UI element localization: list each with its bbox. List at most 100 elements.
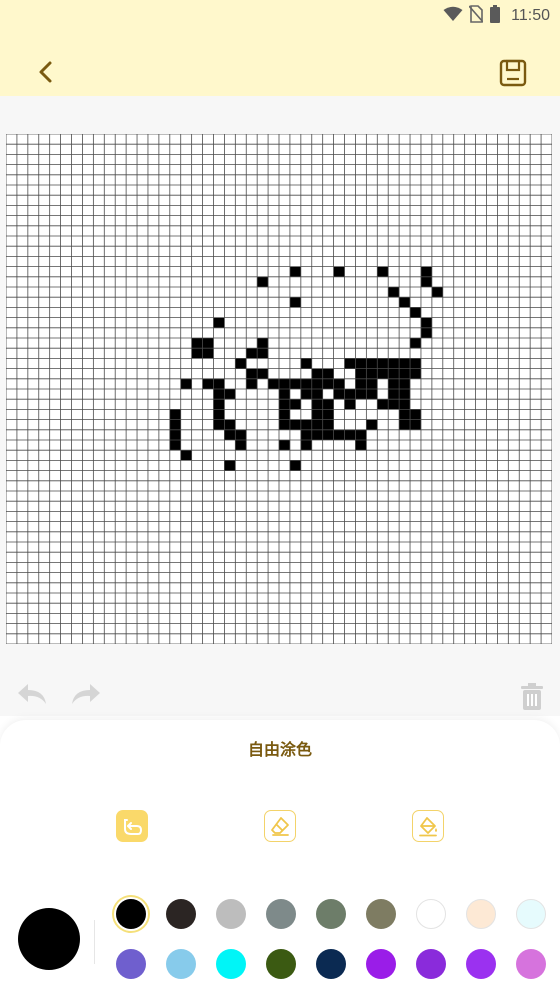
- painted-cell: [410, 338, 421, 349]
- painted-cell: [420, 317, 432, 328]
- redo-button[interactable]: [68, 680, 102, 710]
- painted-cell: [311, 368, 323, 379]
- painted-cell: [420, 266, 432, 277]
- color-swatch[interactable]: [366, 949, 396, 979]
- color-swatch[interactable]: [516, 949, 546, 979]
- painted-cell: [235, 440, 247, 451]
- color-swatch[interactable]: [216, 899, 246, 929]
- painted-cell: [311, 419, 323, 430]
- painted-cell: [169, 419, 181, 430]
- painted-cell: [410, 307, 421, 318]
- painted-cell: [224, 429, 236, 440]
- painted-cell: [399, 399, 411, 410]
- painted-cell: [213, 389, 225, 400]
- painted-cell: [213, 317, 225, 328]
- painted-cell: [399, 389, 411, 400]
- color-swatch[interactable]: [416, 899, 446, 929]
- painted-cell: [289, 419, 301, 430]
- brush-tool-button[interactable]: [116, 810, 148, 842]
- painted-cell: [257, 348, 269, 359]
- clear-button[interactable]: [518, 682, 546, 712]
- color-swatch[interactable]: [166, 949, 196, 979]
- painted-cell: [246, 348, 258, 359]
- painted-cell: [377, 368, 389, 379]
- panel-title: 自由涂色: [247, 740, 312, 759]
- painted-cell: [279, 419, 290, 430]
- painted-cell: [279, 399, 290, 410]
- undo-button[interactable]: [16, 680, 50, 710]
- painted-cell: [333, 266, 345, 277]
- trash-icon: [521, 683, 543, 710]
- painted-cell: [257, 276, 269, 287]
- painted-cell: [235, 429, 247, 440]
- chevron-left-icon: [39, 61, 52, 83]
- painted-cell: [322, 399, 334, 410]
- painted-cell: [279, 440, 290, 451]
- painted-cell: [388, 378, 400, 389]
- color-swatch[interactable]: [116, 899, 146, 929]
- color-swatch[interactable]: [216, 949, 246, 979]
- app-header: 11:50: [0, 0, 560, 96]
- painted-cell: [180, 378, 192, 389]
- divider: [94, 920, 95, 964]
- painted-cell: [399, 419, 411, 430]
- color-swatch[interactable]: [466, 899, 496, 929]
- painted-cell: [399, 368, 411, 379]
- painted-cell: [224, 419, 236, 430]
- painted-cell: [322, 419, 334, 430]
- painted-cell: [191, 338, 203, 349]
- fill-tool-button[interactable]: [412, 810, 444, 842]
- painted-cell: [224, 460, 236, 471]
- painted-cell: [289, 378, 301, 389]
- painted-cell: [311, 429, 323, 440]
- color-swatch[interactable]: [316, 899, 346, 929]
- color-swatch[interactable]: [516, 899, 546, 929]
- eraser-tool-button[interactable]: [264, 810, 296, 842]
- painted-cell: [289, 297, 301, 308]
- painted-cell: [366, 368, 378, 379]
- painted-cell: [300, 419, 312, 430]
- painted-cell: [399, 378, 411, 389]
- painted-cell: [213, 378, 225, 389]
- painted-cell: [279, 378, 290, 389]
- painted-cell: [300, 358, 312, 369]
- painted-cell: [388, 287, 400, 298]
- painted-cell: [169, 429, 181, 440]
- painted-cell: [311, 389, 323, 400]
- back-button[interactable]: [30, 56, 62, 88]
- color-panel: 自由涂色: [0, 720, 560, 996]
- painted-cell: [311, 378, 323, 389]
- painted-cell: [344, 399, 356, 410]
- color-swatch[interactable]: [316, 949, 346, 979]
- painted-cell: [257, 368, 269, 379]
- color-swatch[interactable]: [166, 899, 196, 929]
- painted-cell: [311, 409, 323, 420]
- save-button[interactable]: [496, 56, 530, 90]
- painted-cell: [246, 368, 258, 379]
- painted-cell: [355, 429, 367, 440]
- painted-cell: [213, 399, 225, 410]
- painted-cell: [224, 389, 236, 400]
- painted-cell: [333, 389, 345, 400]
- painted-cell: [410, 368, 421, 379]
- painted-cell: [388, 389, 400, 400]
- painted-cell: [377, 266, 389, 277]
- painted-cell: [202, 378, 214, 389]
- painted-cell: [355, 358, 367, 369]
- painted-cell: [399, 358, 411, 369]
- color-swatch[interactable]: [266, 899, 296, 929]
- painted-cell: [388, 368, 400, 379]
- no-sim-icon: [468, 5, 484, 27]
- painted-cell: [344, 389, 356, 400]
- painted-cell: [169, 440, 181, 451]
- pixel-grid-canvas[interactable]: [6, 134, 552, 644]
- painted-cell: [322, 429, 334, 440]
- color-swatch[interactable]: [416, 949, 446, 979]
- painted-cell: [410, 419, 421, 430]
- color-swatch[interactable]: [266, 949, 296, 979]
- color-swatch[interactable]: [466, 949, 496, 979]
- painted-cell: [366, 419, 378, 430]
- painted-cell: [202, 348, 214, 359]
- color-swatch[interactable]: [116, 949, 146, 979]
- color-swatch[interactable]: [366, 899, 396, 929]
